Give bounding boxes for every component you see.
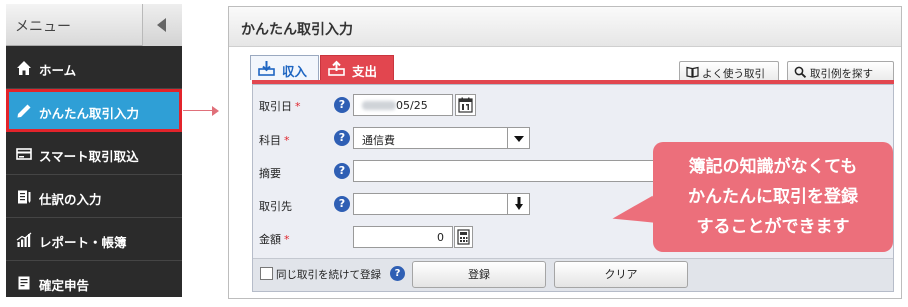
- card-import-icon: [16, 148, 32, 160]
- subject-value: 通信費: [362, 134, 395, 147]
- tab-expense[interactable]: 支出: [320, 55, 394, 80]
- bar-chart-icon: [16, 232, 32, 247]
- subject-dropdown-button[interactable]: [507, 128, 529, 148]
- help-icon[interactable]: ?: [334, 130, 350, 146]
- sidebar-item-label: ホーム: [39, 63, 77, 78]
- home-icon: [17, 61, 31, 75]
- memo-input[interactable]: [353, 160, 673, 182]
- sidebar-item-smart-import[interactable]: スマート取引取込: [6, 132, 182, 175]
- sidebar-item-label: 確定申告: [39, 278, 90, 293]
- chevron-down-icon: [514, 136, 524, 142]
- expense-icon: [328, 60, 345, 76]
- continue-registering-label: 同じ取引を続けて登録: [276, 269, 381, 281]
- document-icon: [18, 276, 30, 290]
- callout-line: することができます: [696, 217, 850, 237]
- callout-line: 簿記の知識がなくても: [688, 157, 858, 177]
- amount-value: 0: [437, 231, 444, 244]
- tab-label: 支出: [352, 64, 378, 79]
- memo-label: 摘要: [259, 167, 281, 180]
- help-icon[interactable]: ?: [334, 97, 350, 113]
- partner-input[interactable]: [353, 193, 530, 215]
- sidebar-item-label: 仕訳の入力: [39, 192, 102, 207]
- partner-label: 取引先: [259, 200, 292, 213]
- search-icon: [794, 66, 807, 78]
- find-examples-label: 取引例を探す: [810, 68, 873, 80]
- register-button[interactable]: 登録: [412, 261, 546, 288]
- tab-label: 収入: [282, 64, 308, 79]
- subject-select[interactable]: 通信費: [353, 127, 530, 149]
- page-title: かんたん取引入力: [241, 22, 353, 38]
- sidebar-item-journal[interactable]: 仕訳の入力: [6, 175, 182, 218]
- continue-registering-checkbox[interactable]: [260, 267, 273, 280]
- sidebar-menu: メニュー ホーム かんたん取引入力 スマート取引取込 仕訳の入力 レポート・帳簿…: [6, 4, 182, 297]
- often-used-label: よく使う取引: [702, 68, 765, 80]
- connector-line: [183, 110, 213, 111]
- date-label: 取引日 *: [259, 100, 301, 113]
- calculator-icon: [457, 229, 470, 245]
- amount-label: 金額 *: [259, 233, 290, 246]
- sidebar-item-quick-entry[interactable]: かんたん取引入力: [6, 89, 182, 132]
- sidebar-title: メニュー: [15, 19, 71, 35]
- sidebar-item-reports[interactable]: レポート・帳簿: [6, 218, 182, 261]
- calendar-icon: [458, 97, 473, 113]
- calendar-button[interactable]: [455, 94, 476, 116]
- amount-input[interactable]: 0: [353, 226, 453, 248]
- chevron-left-icon: [157, 18, 166, 32]
- sidebar-item-label: レポート・帳簿: [39, 235, 127, 250]
- income-icon: [258, 61, 275, 76]
- collapse-sidebar-button[interactable]: [142, 4, 182, 46]
- clear-button[interactable]: クリア: [554, 261, 688, 288]
- calculator-button[interactable]: [454, 226, 473, 248]
- sidebar-item-home[interactable]: ホーム: [6, 46, 182, 89]
- help-icon[interactable]: ?: [334, 163, 350, 179]
- book-icon: [686, 66, 699, 78]
- subject-label: 科目 *: [259, 134, 290, 147]
- journal-icon: [18, 190, 31, 204]
- sidebar-header: メニュー: [6, 4, 182, 46]
- help-icon[interactable]: ?: [390, 266, 405, 281]
- sidebar-item-label: かんたん取引入力: [39, 106, 140, 121]
- date-value: 05/25: [396, 99, 428, 112]
- arrow-down-icon: [515, 197, 523, 210]
- sidebar-item-tax-return[interactable]: 確定申告: [6, 261, 182, 297]
- callout-line: かんたんに取引を登録: [688, 187, 858, 207]
- pencil-icon: [17, 104, 31, 118]
- partner-dropdown-button[interactable]: [507, 194, 529, 214]
- sidebar-item-label: スマート取引取込: [39, 149, 139, 164]
- help-icon[interactable]: ?: [334, 196, 350, 212]
- callout-bubble: 簿記の知識がなくても かんたんに取引を登録 することができます: [653, 142, 893, 252]
- tab-income[interactable]: 収入: [250, 55, 319, 80]
- blurred-year: [362, 101, 396, 110]
- panel-header: かんたん取引入力: [229, 7, 901, 47]
- connector-arrow-icon: [212, 106, 219, 116]
- date-field[interactable]: 05/25: [353, 94, 453, 116]
- app-screen: メニュー ホーム かんたん取引入力 スマート取引取込 仕訳の入力 レポート・帳簿…: [0, 0, 908, 307]
